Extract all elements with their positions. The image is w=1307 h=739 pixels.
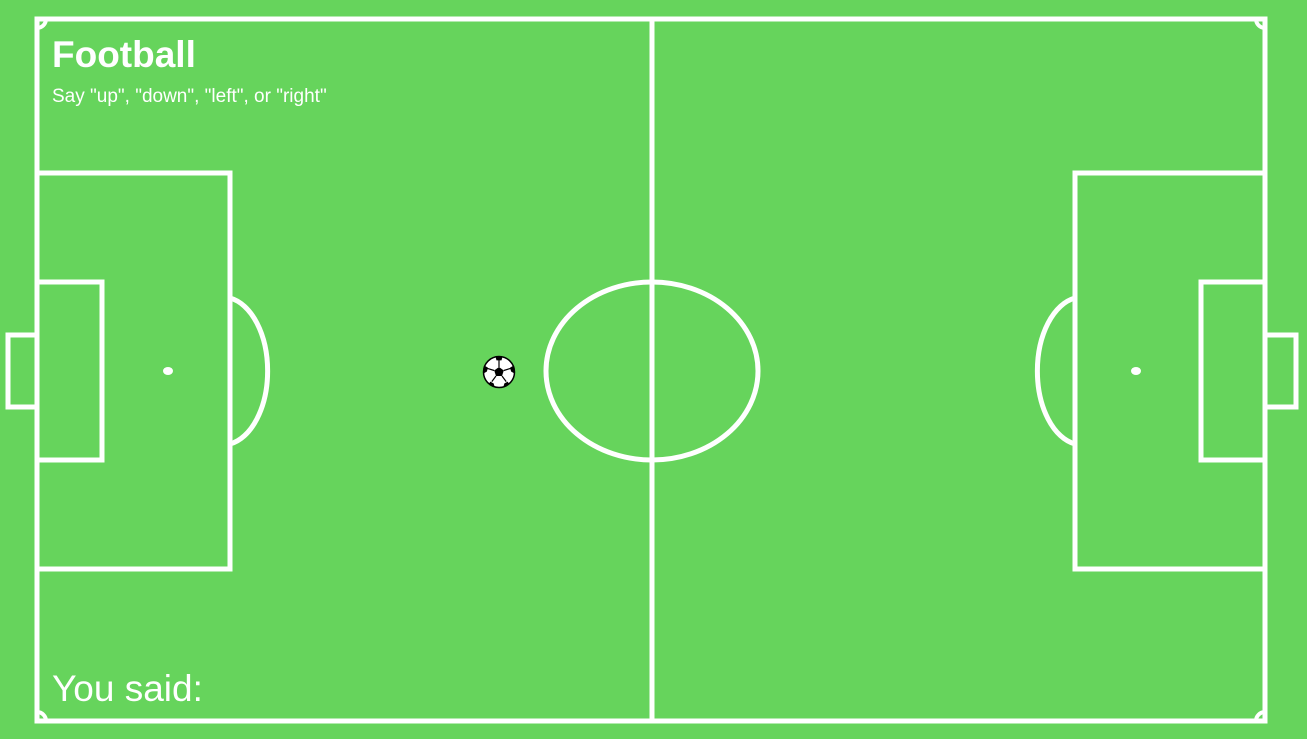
soccer-ball-icon[interactable] [482,355,516,389]
football-game: Football Say "up", "down", "left", or "r… [0,0,1307,739]
left-goal [5,332,40,410]
you-said-label: You said: [52,668,203,709]
right-goal-area [1198,279,1268,463]
left-penalty-arc [229,295,271,447]
right-penalty-spot [1131,367,1141,375]
football-pitch [5,16,1299,724]
voice-instructions: Say "up", "down", "left", or "right" [52,86,327,107]
right-goal [1262,332,1299,410]
left-penalty-spot [163,367,173,375]
left-goal-area [34,279,105,463]
game-title: Football [52,34,196,75]
right-penalty-area [1072,170,1268,572]
left-penalty-area [34,170,233,572]
you-said-readout: You said: [52,668,211,710]
right-penalty-arc [1034,295,1076,447]
